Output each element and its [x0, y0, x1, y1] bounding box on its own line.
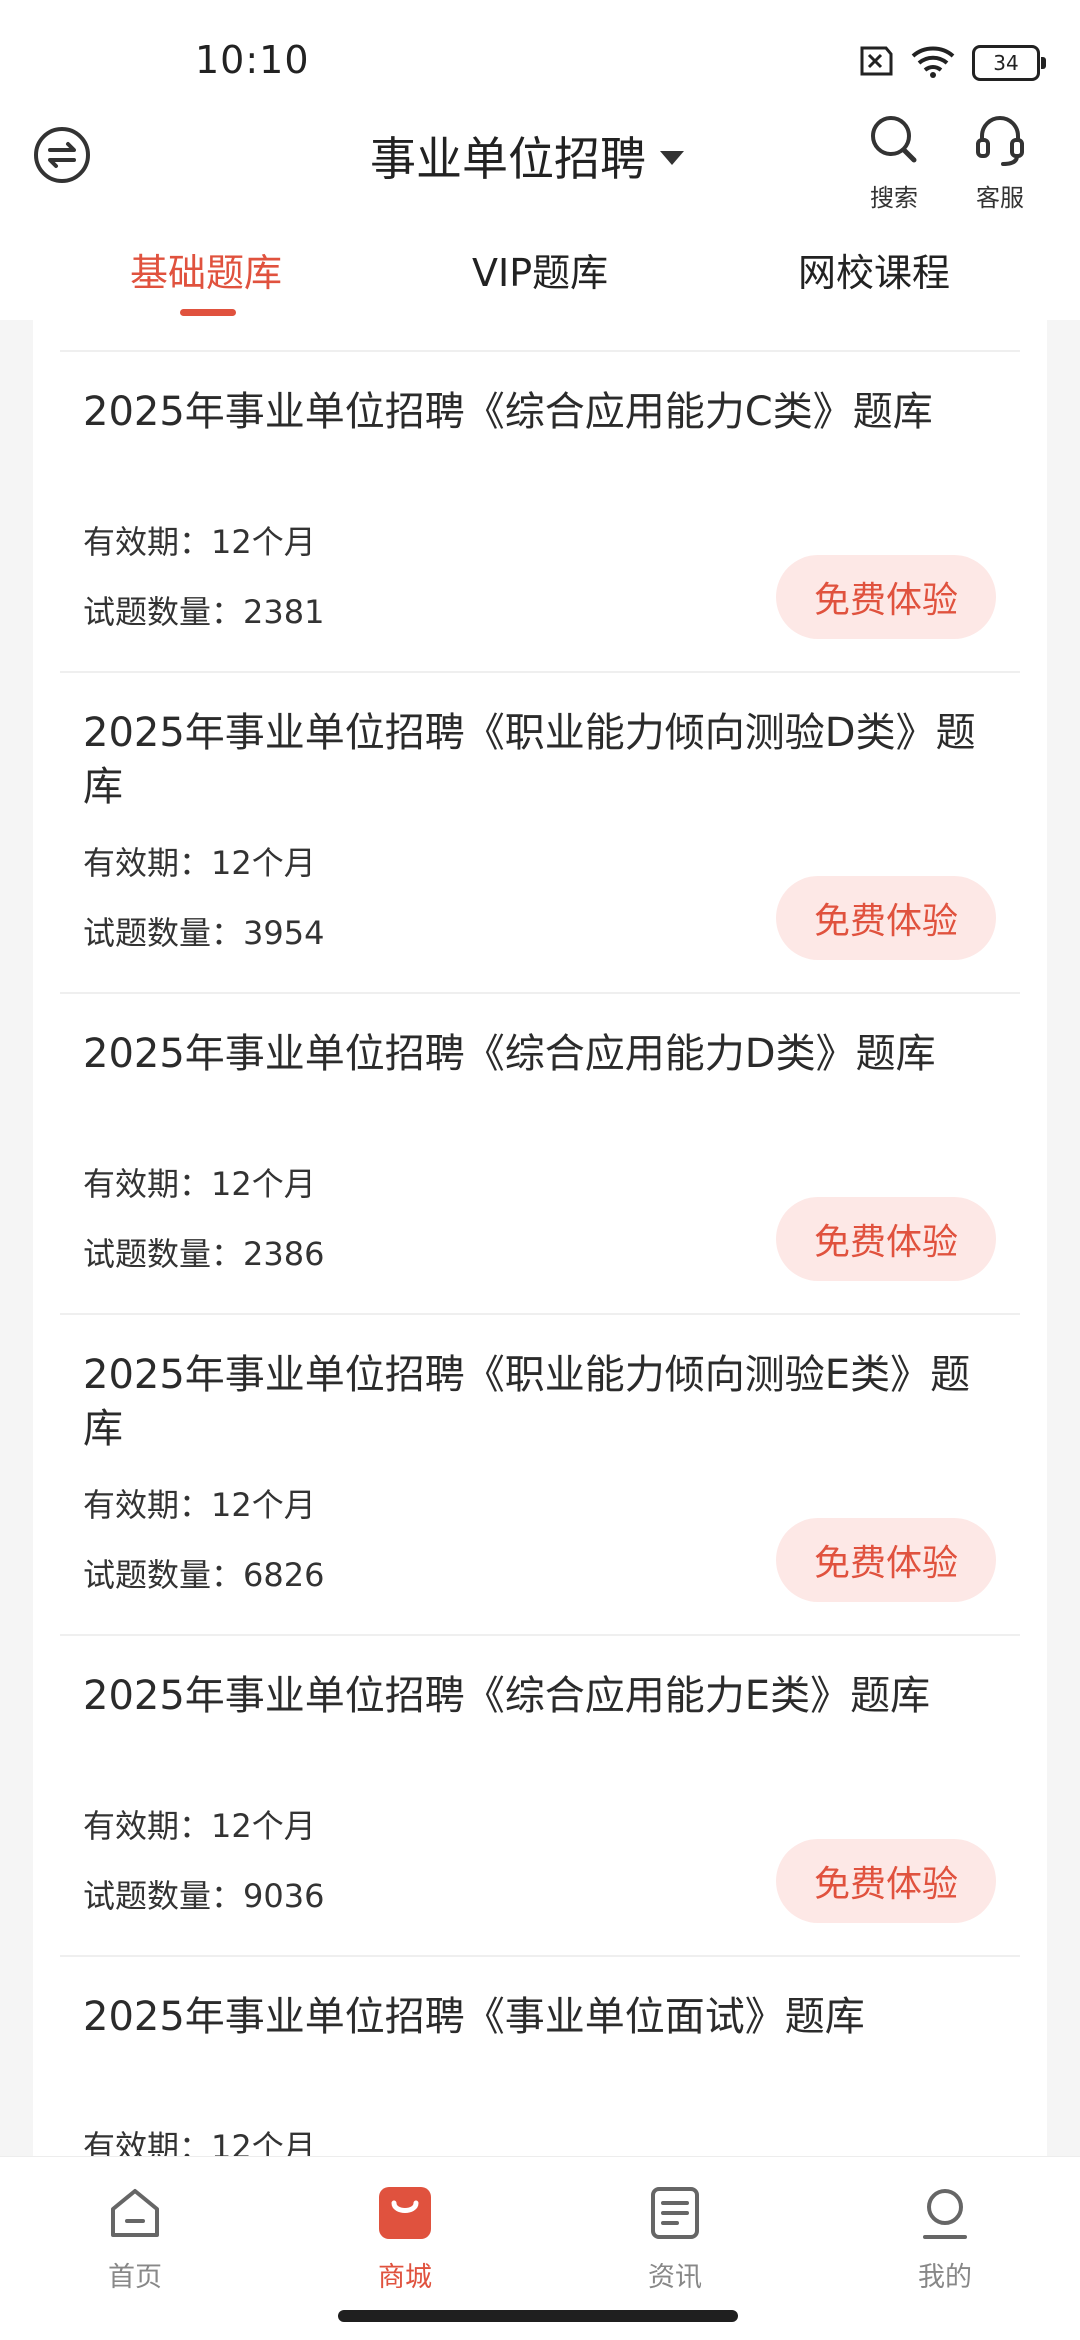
customer-service-button[interactable]: 客服 — [960, 110, 1040, 213]
switch-icon[interactable] — [32, 125, 92, 185]
headset-icon — [976, 116, 1024, 166]
question-bank-list[interactable]: 2025年事业单位招聘《综合应用能力C类》题库 有效期：12个月 试题数量：23… — [33, 318, 1047, 2156]
list-item[interactable]: 2025年事业单位招聘《综合应用能力E类》题库 有效期：12个月 试题数量：90… — [60, 1636, 1020, 1957]
nav-shop[interactable]: 商城 — [345, 2183, 465, 2294]
item-title: 2025年事业单位招聘《事业单位面试》题库 — [83, 1994, 865, 2040]
item-validity: 有效期：12个月 — [83, 1807, 316, 1845]
item-title: 2025年事业单位招聘《综合应用能力D类》题库 — [83, 1031, 936, 1077]
item-question-count: 试题数量：2386 — [83, 1235, 325, 1273]
active-tab-indicator — [180, 309, 236, 316]
item-question-count: 试题数量：9036 — [83, 1877, 325, 1915]
free-trial-button[interactable]: 免费体验 — [776, 1197, 996, 1281]
page-title: 事业单位招聘 — [370, 132, 646, 186]
service-label: 客服 — [976, 184, 1024, 212]
free-trial-button[interactable]: 免费体验 — [776, 555, 996, 639]
item-validity: 有效期：12个月 — [83, 1165, 316, 1203]
item-validity: 有效期：12个月 — [83, 1486, 316, 1524]
wifi-icon — [910, 44, 956, 82]
free-trial-button[interactable]: 免费体验 — [776, 1518, 996, 1602]
free-trial-button[interactable]: 免费体验 — [776, 876, 996, 960]
home-icon — [111, 2189, 159, 2237]
nav-shop-label: 商城 — [378, 2262, 432, 2293]
list-item[interactable]: 2025年事业单位招聘《职业能力倾向测验D类》题库 有效期：12个月 试题数量：… — [60, 673, 1020, 994]
news-icon — [651, 2187, 699, 2239]
search-icon — [871, 116, 917, 163]
item-validity: 有效期：12个月 — [83, 523, 316, 561]
item-validity: 有效期：12个月 — [83, 844, 316, 882]
item-title: 2025年事业单位招聘《职业能力倾向测验E类》题库 — [83, 1352, 971, 1452]
nav-home[interactable]: 首页 — [75, 2183, 195, 2294]
category-tabs: 基础题库 VIP题库 网校课程 — [0, 220, 1080, 320]
item-question-count: 试题数量：6826 — [83, 1556, 325, 1594]
home-indicator-bar[interactable] — [338, 2310, 738, 2322]
nav-profile-label: 我的 — [918, 2262, 972, 2293]
tab-basic-bank[interactable]: 基础题库 — [130, 242, 282, 297]
free-trial-button[interactable]: 免费体验 — [776, 1839, 996, 1923]
item-question-count: 试题数量：2381 — [83, 593, 325, 631]
battery-icon: 34 — [972, 45, 1046, 81]
nav-profile[interactable]: 我的 — [885, 2183, 1005, 2294]
list-item[interactable]: 2025年事业单位招聘《职业能力倾向测验E类》题库 有效期：12个月 试题数量：… — [60, 1315, 1020, 1636]
nav-news-label: 资讯 — [648, 2262, 702, 2293]
item-question-count: 试题数量：3954 — [83, 914, 325, 952]
caret-down-icon — [660, 151, 684, 165]
status-time: 10:10 — [195, 38, 310, 82]
shop-icon — [379, 2187, 431, 2239]
search-button[interactable]: 搜索 — [854, 110, 934, 213]
nav-news[interactable]: 资讯 — [615, 2183, 735, 2294]
tab-online-courses[interactable]: 网校课程 — [798, 242, 950, 297]
sim-off-icon — [854, 45, 894, 81]
item-validity: 有效期：12个月 — [83, 2128, 316, 2156]
exam-category-selector[interactable]: 事业单位招聘 — [370, 126, 684, 186]
status-icons: 34 — [854, 40, 1046, 86]
profile-icon — [923, 2189, 967, 2239]
list-item[interactable]: 2025年事业单位招聘《事业单位面试》题库 有效期：12个月 — [60, 1957, 1020, 2156]
item-title: 2025年事业单位招聘《综合应用能力C类》题库 — [83, 389, 933, 435]
list-item[interactable]: 2025年事业单位招聘《综合应用能力D类》题库 有效期：12个月 试题数量：23… — [60, 994, 1020, 1315]
app-page: 10:10 34 事业单位招聘 搜索 客服 基础题库 VIP题库 网校课程 20… — [0, 0, 1080, 2340]
search-label: 搜索 — [870, 184, 918, 212]
tab-vip-bank[interactable]: VIP题库 — [472, 242, 608, 297]
nav-home-label: 首页 — [108, 2262, 162, 2293]
item-title: 2025年事业单位招聘《综合应用能力E类》题库 — [83, 1673, 931, 1719]
list-item[interactable]: 2025年事业单位招聘《综合应用能力C类》题库 有效期：12个月 试题数量：23… — [60, 350, 1020, 673]
header: 事业单位招聘 搜索 客服 — [0, 100, 1080, 220]
list-container: 2025年事业单位招聘《综合应用能力C类》题库 有效期：12个月 试题数量：23… — [33, 318, 1047, 2156]
item-title: 2025年事业单位招聘《职业能力倾向测验D类》题库 — [83, 710, 976, 810]
